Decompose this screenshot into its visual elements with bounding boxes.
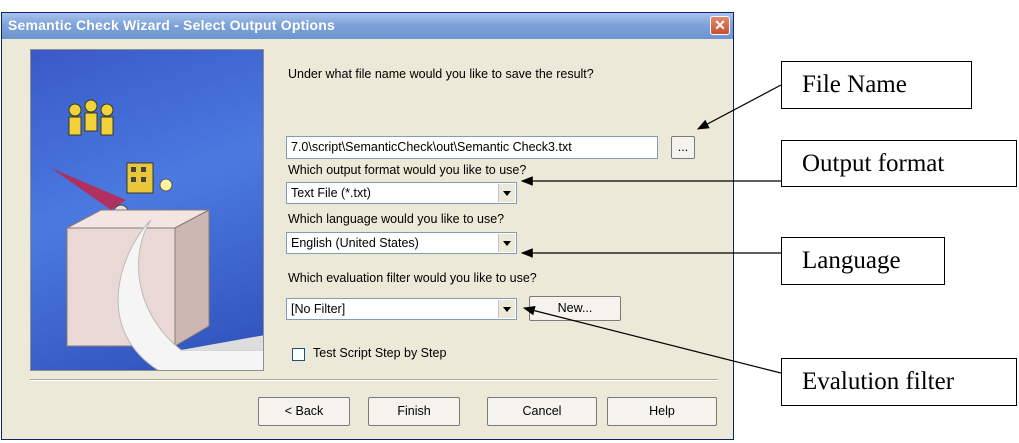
callout-language: Language <box>781 237 945 285</box>
browse-button[interactable]: ... <box>671 136 695 159</box>
people-icon <box>68 99 114 136</box>
dropdown-arrow-icon[interactable] <box>498 234 515 252</box>
language-value: English (United States) <box>291 236 419 250</box>
separator <box>30 379 718 381</box>
close-button[interactable]: ✕ <box>710 16 730 35</box>
filter-question: Which evaluation filter would you like t… <box>288 271 537 285</box>
help-button[interactable]: Help <box>607 397 717 426</box>
format-question: Which output format would you like to us… <box>288 163 527 177</box>
new-filter-button[interactable]: New... <box>529 296 621 321</box>
language-question: Which language would you like to use? <box>288 212 505 226</box>
cancel-button[interactable]: Cancel <box>487 397 597 426</box>
evaluation-filter-value: [No Filter] <box>291 302 346 316</box>
step-by-step-checkbox[interactable] <box>292 348 305 361</box>
finish-button[interactable]: Finish <box>368 397 460 426</box>
close-icon: ✕ <box>714 17 726 33</box>
output-format-value: Text File (*.txt) <box>291 186 371 200</box>
step-by-step-label[interactable]: Test Script Step by Step <box>313 346 446 360</box>
back-button[interactable]: < Back <box>258 397 350 426</box>
callout-output-format: Output format <box>781 140 1017 187</box>
printer-illustration <box>51 99 263 370</box>
filename-question: Under what file name would you like to s… <box>288 67 594 81</box>
title-bar[interactable]: Semantic Check Wizard - Select Output Op… <box>2 13 733 39</box>
wizard-illustration <box>30 49 264 371</box>
window-title: Semantic Check Wizard - Select Output Op… <box>8 17 336 33</box>
wizard-dialog: Semantic Check Wizard - Select Output Op… <box>1 12 734 440</box>
language-select[interactable]: English (United States) <box>286 232 517 254</box>
output-format-select[interactable]: Text File (*.txt) <box>286 182 517 204</box>
dropdown-arrow-icon[interactable] <box>498 300 515 318</box>
filename-input[interactable]: 7.0\script\SemanticCheck\out\Semantic Ch… <box>286 136 658 159</box>
building-icon <box>126 162 173 194</box>
callout-file-name: File Name <box>781 61 972 109</box>
callout-evaluation-filter: Evalution filter <box>781 358 1017 406</box>
evaluation-filter-select[interactable]: [No Filter] <box>286 298 517 320</box>
dropdown-arrow-icon[interactable] <box>498 184 515 202</box>
